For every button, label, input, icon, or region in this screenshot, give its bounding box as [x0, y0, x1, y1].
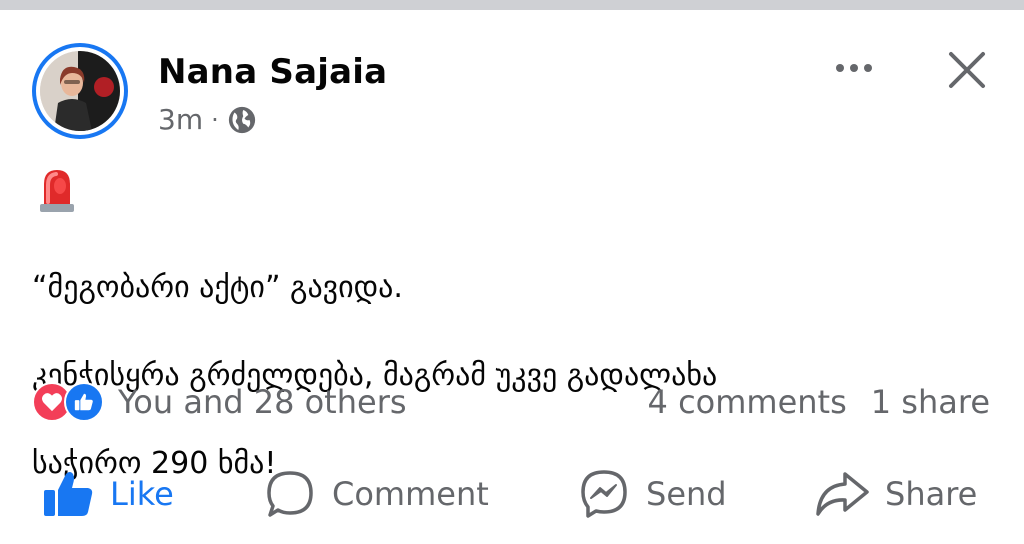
share-button[interactable]: Share — [815, 462, 977, 526]
author-name[interactable]: Nana Sajaia — [158, 52, 387, 92]
more-options-icon[interactable] — [828, 56, 880, 80]
globe-icon — [227, 105, 257, 135]
post-line: “მეგობარი აქტი” გავიდა. — [32, 270, 403, 305]
reaction-summary-text: You and 28 others — [118, 383, 407, 421]
share-label: Share — [885, 475, 978, 513]
thumbs-up-icon — [42, 470, 94, 518]
share-arrow-icon — [815, 470, 869, 518]
dot-2 — [850, 64, 858, 72]
top-divider — [0, 0, 1024, 10]
like-icon — [64, 382, 104, 422]
engagement-stats: 4 comments 1 share — [648, 380, 990, 424]
send-button[interactable]: Send — [578, 462, 727, 526]
avatar[interactable] — [32, 43, 128, 139]
shares-count[interactable]: 1 share — [871, 383, 990, 421]
profile-photo — [40, 51, 120, 131]
comment-bubble-icon — [264, 469, 316, 519]
send-label: Send — [646, 475, 727, 513]
dot-3 — [864, 64, 872, 72]
dot-1 — [836, 64, 844, 72]
action-bar: Like Comment Send Share — [0, 462, 1024, 526]
messenger-icon — [578, 468, 630, 520]
siren-emoji — [38, 168, 76, 218]
like-button[interactable]: Like — [42, 462, 174, 526]
meta-separator: · — [211, 105, 219, 134]
post-meta: 3m · — [158, 103, 257, 136]
comment-label: Comment — [332, 475, 489, 513]
like-label: Like — [110, 475, 174, 513]
comment-button[interactable]: Comment — [264, 462, 489, 526]
close-icon[interactable] — [945, 48, 989, 92]
comments-count[interactable]: 4 comments — [648, 383, 847, 421]
reactions-summary[interactable]: You and 28 others — [32, 380, 407, 424]
post-time[interactable]: 3m — [158, 103, 203, 136]
